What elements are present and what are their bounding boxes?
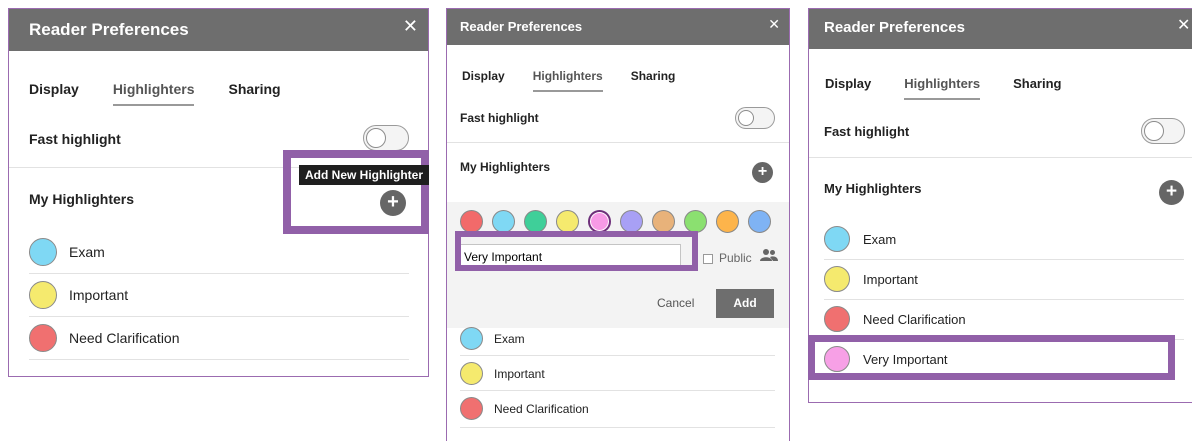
add-button[interactable]: Add <box>716 289 774 318</box>
highlighter-item-need-clarification[interactable]: Need Clarification <box>29 324 180 352</box>
color-swatch-green[interactable] <box>524 210 547 233</box>
highlighter-label: Need Clarification <box>69 330 180 346</box>
tab-sharing[interactable]: Sharing <box>631 69 676 83</box>
add-highlighter-button[interactable]: + <box>1159 180 1184 205</box>
highlighter-label: Important <box>494 366 545 381</box>
tab-bar: Display Highlighters Sharing <box>29 81 281 106</box>
highlighter-label: Important <box>69 287 129 303</box>
highlighter-item-need-clarification[interactable]: Need Clarification <box>460 397 589 420</box>
color-swatch-light-blue[interactable] <box>492 210 515 233</box>
divider <box>447 142 789 143</box>
highlighter-label: Exam <box>494 331 525 346</box>
highlighter-label: Need Clarification <box>863 311 966 327</box>
fast-highlight-label: Fast highlight <box>29 131 121 147</box>
divider <box>29 316 409 317</box>
highlighter-item-exam[interactable]: Exam <box>29 238 105 266</box>
color-swatch-yellow[interactable] <box>556 210 579 233</box>
divider <box>460 355 775 356</box>
divider <box>824 259 1184 260</box>
color-swatch-red[interactable] <box>460 210 483 233</box>
group-icon <box>760 248 778 267</box>
close-icon[interactable]: ✕ <box>1177 15 1190 35</box>
color-dot <box>824 306 850 332</box>
toggle-knob <box>1144 121 1164 141</box>
tab-sharing[interactable]: Sharing <box>228 81 280 97</box>
fast-highlight-toggle[interactable] <box>735 107 775 129</box>
tab-highlighters[interactable]: Highlighters <box>532 69 603 92</box>
tab-highlighters[interactable]: Highlighters <box>112 81 194 106</box>
panel-title: Reader Preferences <box>29 20 189 39</box>
divider <box>29 273 409 274</box>
highlighter-item-need-clarification[interactable]: Need Clarification <box>824 306 966 332</box>
tab-display[interactable]: Display <box>825 76 871 91</box>
highlighter-item-important[interactable]: Important <box>460 362 545 385</box>
public-checkbox[interactable] <box>703 254 713 264</box>
reader-preferences-panel-2: Reader Preferences ✕ Display Highlighter… <box>446 8 790 441</box>
color-swatch-lime[interactable] <box>684 210 707 233</box>
panel-title: Reader Preferences <box>460 19 583 34</box>
color-dot <box>29 238 57 266</box>
highlighter-item-important[interactable]: Important <box>824 266 918 292</box>
color-dot <box>824 226 850 252</box>
color-dot <box>460 397 483 420</box>
my-highlighters-label: My Highlighters <box>29 191 135 207</box>
highlight-callout <box>283 150 429 234</box>
fast-highlight-label: Fast highlight <box>824 124 910 139</box>
highlight-callout <box>455 231 698 271</box>
divider <box>460 390 775 391</box>
color-swatch-pink[interactable] <box>588 210 611 233</box>
close-icon[interactable]: ✕ <box>768 16 780 33</box>
tab-bar: Display Highlighters Sharing <box>462 69 676 92</box>
panel-title: Reader Preferences <box>824 19 965 36</box>
tab-sharing[interactable]: Sharing <box>1013 76 1061 91</box>
highlight-callout <box>808 335 1175 380</box>
color-dot <box>460 327 483 350</box>
color-dot <box>29 324 57 352</box>
fast-highlight-toggle[interactable] <box>363 125 409 151</box>
my-highlighters-label: My Highlighters <box>824 181 922 196</box>
color-swatch-orange[interactable] <box>716 210 739 233</box>
highlighter-item-important[interactable]: Important <box>29 281 128 309</box>
highlighter-label: Need Clarification <box>494 401 589 416</box>
divider <box>460 427 775 428</box>
cancel-button[interactable]: Cancel <box>657 296 694 310</box>
color-swatch-purple[interactable] <box>620 210 643 233</box>
my-highlighters-label: My Highlighters <box>460 160 551 174</box>
add-highlighter-tooltip: Add New Highlighter <box>299 165 429 185</box>
color-dot <box>29 281 57 309</box>
add-highlighter-button[interactable]: + <box>752 162 773 183</box>
toggle-knob <box>366 128 386 148</box>
fast-highlight-label: Fast highlight <box>460 111 539 125</box>
tab-display[interactable]: Display <box>29 81 79 97</box>
highlighter-label: Exam <box>69 244 105 260</box>
panel-header: Reader Preferences ✕ <box>809 9 1192 49</box>
panel-header: Reader Preferences ✕ <box>447 9 789 45</box>
highlighter-item-exam[interactable]: Exam <box>460 327 525 350</box>
divider <box>809 157 1192 158</box>
highlighter-label: Exam <box>863 231 897 247</box>
highlighter-item-exam[interactable]: Exam <box>824 226 896 252</box>
color-dot <box>460 362 483 385</box>
color-swatch-blue[interactable] <box>748 210 771 233</box>
divider <box>824 299 1184 300</box>
divider <box>29 359 409 360</box>
public-label: Public <box>719 251 752 265</box>
panel-header: Reader Preferences ✕ <box>9 9 428 51</box>
highlighter-label: Important <box>863 271 918 287</box>
toggle-knob <box>738 110 754 126</box>
color-dot <box>824 266 850 292</box>
fast-highlight-toggle[interactable] <box>1141 118 1185 144</box>
tab-highlighters[interactable]: Highlighters <box>904 76 980 100</box>
color-swatch-tan[interactable] <box>652 210 675 233</box>
add-highlighter-button[interactable]: + <box>380 190 406 216</box>
tab-display[interactable]: Display <box>462 69 505 83</box>
tab-bar: Display Highlighters Sharing <box>825 76 1062 100</box>
close-icon[interactable]: ✕ <box>403 16 418 37</box>
